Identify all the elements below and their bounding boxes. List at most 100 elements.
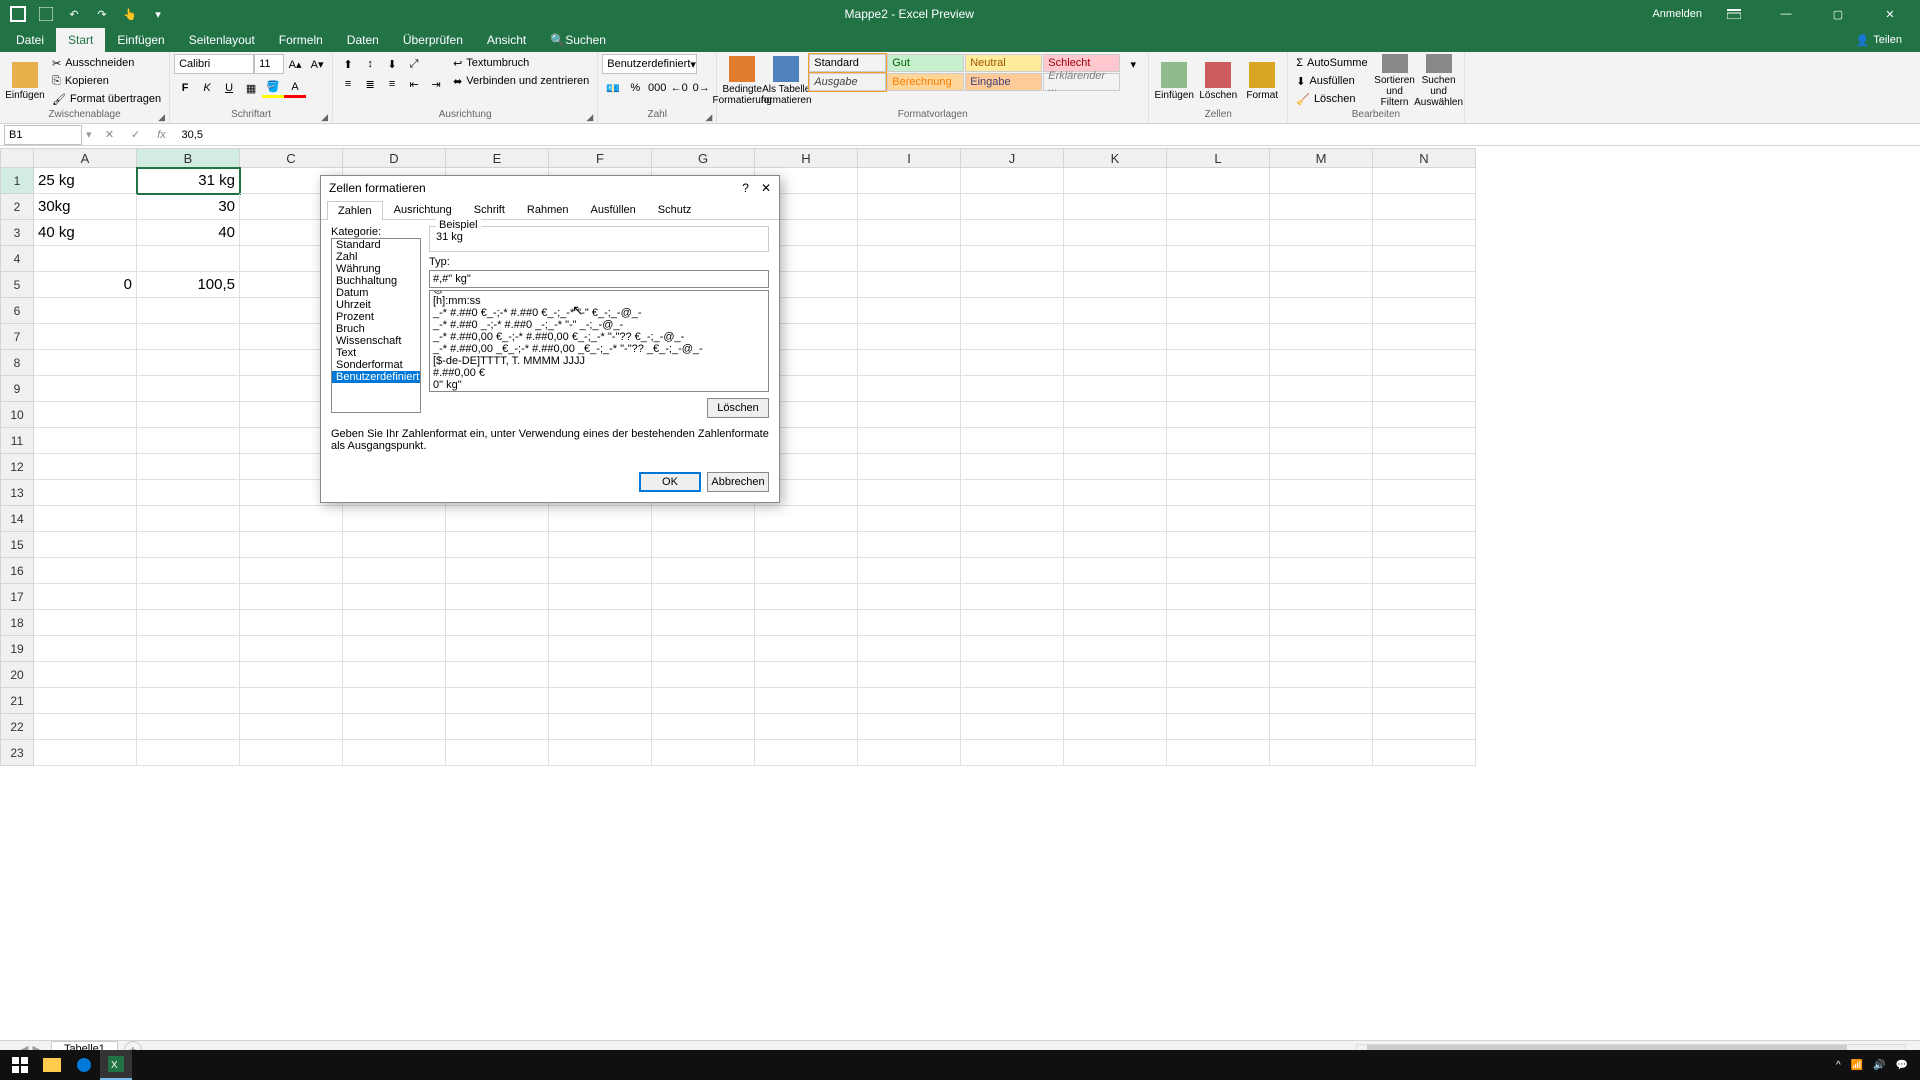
cell-A11[interactable] [34,428,137,454]
row-header-23[interactable]: 23 [0,740,34,766]
cell-K22[interactable] [1064,714,1167,740]
cell-A10[interactable] [34,402,137,428]
cell-B3[interactable]: 40 [137,220,240,246]
cell-L1[interactable] [1167,168,1270,194]
cell-B7[interactable] [137,324,240,350]
cell-F22[interactable] [549,714,652,740]
cell-M1[interactable] [1270,168,1373,194]
category-item[interactable]: Buchhaltung [332,275,420,287]
cell-L20[interactable] [1167,662,1270,688]
cell-L11[interactable] [1167,428,1270,454]
dlg-tab-schutz[interactable]: Schutz [647,200,703,219]
find-select-button[interactable]: Suchen und Auswählen [1418,54,1460,108]
row-header-13[interactable]: 13 [0,480,34,506]
col-header-N[interactable]: N [1373,148,1476,168]
cell-J15[interactable] [961,532,1064,558]
cell-J5[interactable] [961,272,1064,298]
cell-N1[interactable] [1373,168,1476,194]
style-erkl[interactable]: Erklärender ... [1043,73,1120,91]
cell-A15[interactable] [34,532,137,558]
cell-B23[interactable] [137,740,240,766]
cell-K4[interactable] [1064,246,1167,272]
wrap-text-button[interactable]: ↩ Textumbruch [449,54,593,72]
cell-G19[interactable] [652,636,755,662]
cell-D15[interactable] [343,532,446,558]
row-header-18[interactable]: 18 [0,610,34,636]
cell-K23[interactable] [1064,740,1167,766]
cell-M2[interactable] [1270,194,1373,220]
cell-C14[interactable] [240,506,343,532]
style-berechnung[interactable]: Berechnung [887,73,964,91]
tab-start[interactable]: Start [56,28,105,52]
cell-A7[interactable] [34,324,137,350]
row-header-8[interactable]: 8 [0,350,34,376]
cell-J16[interactable] [961,558,1064,584]
cell-L14[interactable] [1167,506,1270,532]
cell-D17[interactable] [343,584,446,610]
number-launcher-icon[interactable]: ◢ [705,112,712,123]
styles-more-icon[interactable]: ▾ [1122,54,1144,74]
cell-B4[interactable] [137,246,240,272]
align-bottom-icon[interactable]: ⬇ [381,54,403,74]
cell-J6[interactable] [961,298,1064,324]
cell-A12[interactable] [34,454,137,480]
cell-I19[interactable] [858,636,961,662]
cell-J1[interactable] [961,168,1064,194]
cell-E23[interactable] [446,740,549,766]
cell-C21[interactable] [240,688,343,714]
cell-L22[interactable] [1167,714,1270,740]
category-item[interactable]: Datum [332,287,420,299]
percent-icon[interactable]: % [624,78,646,98]
cell-B9[interactable] [137,376,240,402]
cell-J14[interactable] [961,506,1064,532]
cell-G14[interactable] [652,506,755,532]
style-eingabe[interactable]: Eingabe [965,73,1042,91]
cell-I6[interactable] [858,298,961,324]
cell-I11[interactable] [858,428,961,454]
cell-I13[interactable] [858,480,961,506]
cell-B22[interactable] [137,714,240,740]
cell-E19[interactable] [446,636,549,662]
cell-M4[interactable] [1270,246,1373,272]
cell-J19[interactable] [961,636,1064,662]
cell-C17[interactable] [240,584,343,610]
cell-E16[interactable] [446,558,549,584]
cell-A19[interactable] [34,636,137,662]
start-button[interactable] [4,1050,36,1080]
col-header-B[interactable]: B [137,148,240,168]
cell-N3[interactable] [1373,220,1476,246]
cell-K12[interactable] [1064,454,1167,480]
cell-E15[interactable] [446,532,549,558]
cell-B1[interactable]: 31 kg [137,168,240,194]
cell-D21[interactable] [343,688,446,714]
cell-G21[interactable] [652,688,755,714]
cell-J7[interactable] [961,324,1064,350]
cell-I18[interactable] [858,610,961,636]
cell-L16[interactable] [1167,558,1270,584]
cell-G15[interactable] [652,532,755,558]
grid[interactable]: ABCDEFGHIJKLMN 125 kg31 kg230kg30340 kg4… [0,148,1920,1042]
cell-N10[interactable] [1373,402,1476,428]
row-header-22[interactable]: 22 [0,714,34,740]
cell-F15[interactable] [549,532,652,558]
cell-N9[interactable] [1373,376,1476,402]
cell-M14[interactable] [1270,506,1373,532]
tray-notifications-icon[interactable]: 💬 [1896,1060,1908,1071]
row-header-14[interactable]: 14 [0,506,34,532]
row-header-9[interactable]: 9 [0,376,34,402]
cell-B12[interactable] [137,454,240,480]
cell-L18[interactable] [1167,610,1270,636]
cell-G17[interactable] [652,584,755,610]
cell-N19[interactable] [1373,636,1476,662]
typ-list-item[interactable]: _-* #.##0 €_-;-* #.##0 €_-;_-* "-" €_-;_… [430,307,768,319]
cell-M15[interactable] [1270,532,1373,558]
cell-H17[interactable] [755,584,858,610]
cell-N17[interactable] [1373,584,1476,610]
cell-I8[interactable] [858,350,961,376]
align-center-icon[interactable]: ≣ [359,74,381,94]
cell-N5[interactable] [1373,272,1476,298]
cell-M20[interactable] [1270,662,1373,688]
cell-L17[interactable] [1167,584,1270,610]
cell-C18[interactable] [240,610,343,636]
cell-B8[interactable] [137,350,240,376]
